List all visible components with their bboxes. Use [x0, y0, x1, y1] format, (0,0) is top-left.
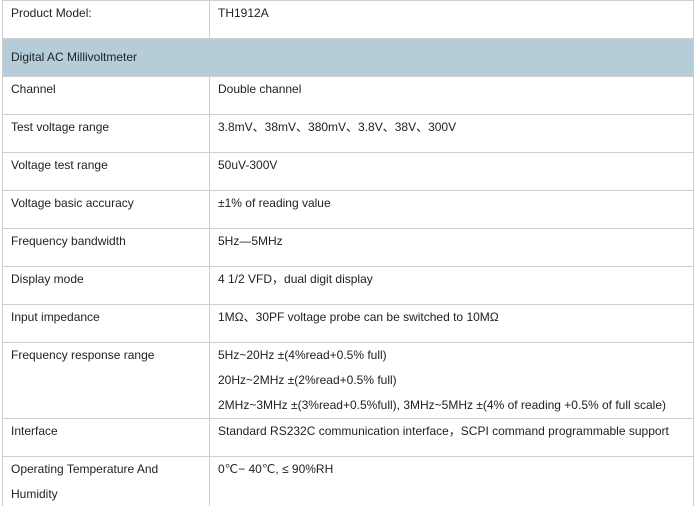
section-title: Digital AC Millivoltmeter	[2, 38, 694, 77]
row-label: Frequency bandwidth	[2, 228, 210, 267]
spec-row: Input impedance 1MΩ、30PF voltage probe c…	[2, 304, 694, 343]
value-line: 20Hz~2MHz ±(2%read+0.5% full)	[218, 373, 397, 387]
spec-row: Channel Double channel	[2, 76, 694, 115]
row-value: 0℃− 40℃, ≤ 90%RH	[209, 456, 694, 508]
spec-row: Voltage basic accuracy ±1% of reading va…	[2, 190, 694, 229]
bottom-margin	[0, 506, 700, 512]
spec-row: Display mode 4 1/2 VFD，dual digit displa…	[2, 266, 694, 305]
value-line: 5Hz~20Hz ±(4%read+0.5% full)	[218, 348, 387, 362]
row-label: Voltage test range	[2, 152, 210, 191]
row-value: 1MΩ、30PF voltage probe can be switched t…	[209, 304, 694, 343]
row-label: Test voltage range	[2, 114, 210, 153]
spec-row: Operating Temperature And Humidity 0℃− 4…	[2, 456, 694, 508]
row-label: Channel	[2, 76, 210, 115]
spec-row: Frequency bandwidth 5Hz—5MHz	[2, 228, 694, 267]
row-product-model: Product Model: TH1912A	[2, 0, 694, 39]
section-header-row: Digital AC Millivoltmeter	[2, 38, 694, 77]
row-value: 50uV-300V	[209, 152, 694, 191]
spec-row: Voltage test range 50uV-300V	[2, 152, 694, 191]
row-label: Input impedance	[2, 304, 210, 343]
row-value: 5Hz—5MHz	[209, 228, 694, 267]
row-value: Standard RS232C communication interface，…	[209, 418, 694, 457]
value-line: 2MHz~3MHz ±(3%read+0.5%full), 3MHz~5MHz …	[218, 398, 667, 412]
spec-table: Product Model: TH1912A Digital AC Milliv…	[2, 0, 694, 508]
row-value: 4 1/2 VFD，dual digit display	[209, 266, 694, 305]
row-label: Display mode	[2, 266, 210, 305]
row-value: Double channel	[209, 76, 694, 115]
row-label: Product Model:	[2, 0, 210, 39]
row-value: TH1912A	[209, 0, 694, 39]
spec-table-body: Product Model: TH1912A Digital AC Milliv…	[2, 0, 694, 508]
row-value: ±1% of reading value	[209, 190, 694, 229]
row-label: Operating Temperature And Humidity	[2, 456, 210, 508]
row-value: 3.8mV、38mV、380mV、3.8V、38V、300V	[209, 114, 694, 153]
spec-row: Test voltage range 3.8mV、38mV、380mV、3.8V…	[2, 114, 694, 153]
spec-row: Frequency response range 5Hz~20Hz ±(4%re…	[2, 342, 694, 419]
row-label: Voltage basic accuracy	[2, 190, 210, 229]
row-label: Frequency response range	[2, 342, 210, 419]
row-label: Interface	[2, 418, 210, 457]
spec-row: Interface Standard RS232C communication …	[2, 418, 694, 457]
right-margin	[694, 0, 700, 512]
row-value: 5Hz~20Hz ±(4%read+0.5% full) 20Hz~2MHz ±…	[209, 342, 694, 419]
